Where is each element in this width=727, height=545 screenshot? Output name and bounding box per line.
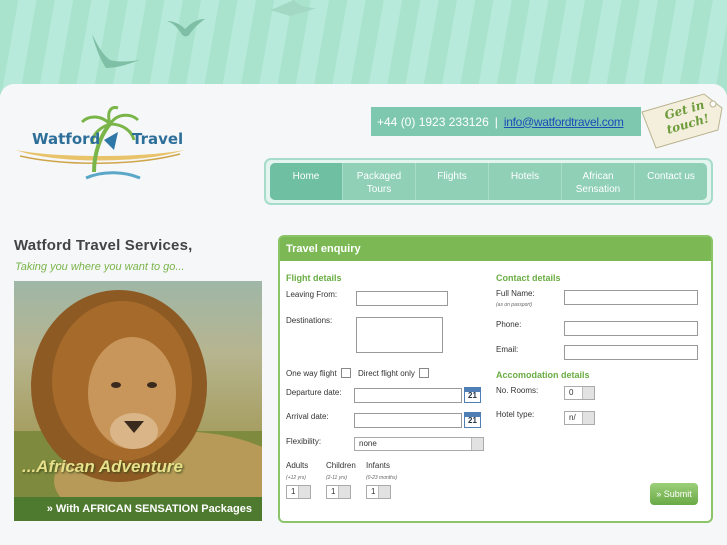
get-in-touch-tag[interactable]: Get in touch!	[634, 90, 726, 152]
contact-bar: +44 (0) 1923 233126 | info@watfordtravel…	[371, 107, 641, 136]
full-name-hint: (as on passport)	[496, 302, 533, 308]
arrival-label: Arrival date:	[286, 412, 329, 421]
site-logo[interactable]: Watford Travel	[14, 106, 188, 184]
rooms-select[interactable]: 0	[564, 386, 595, 400]
children-select[interactable]: 1	[326, 485, 351, 499]
departure-label: Departure date:	[286, 388, 342, 397]
nav-label: Hotels	[510, 171, 540, 182]
nav-item-flights[interactable]: Flights	[416, 163, 489, 200]
main-nav-frame: Home Packaged Tours Flights Hotels Afric…	[264, 158, 713, 205]
hotel-type-label: Hotel type:	[496, 410, 535, 419]
nav-item-contact-us[interactable]: Contact us	[635, 163, 707, 200]
email-input[interactable]	[564, 345, 698, 360]
sky-header	[0, 0, 727, 95]
nav-item-home[interactable]: Home	[270, 163, 343, 200]
logo-word-1: Watford	[32, 130, 101, 148]
phone-input[interactable]	[564, 321, 698, 336]
infants-hint: (0-23 months)	[366, 475, 398, 481]
children-hint: (2-11 yrs)	[326, 475, 348, 481]
calendar-icon[interactable]: 21	[464, 412, 481, 428]
leaving-from-label: Leaving From:	[286, 290, 338, 299]
hero-image[interactable]: ...African Adventure » With AFRICAN SENS…	[14, 281, 262, 521]
destinations-textarea[interactable]	[356, 317, 443, 353]
email-label: Email:	[496, 345, 519, 354]
direct-flight-checkbox[interactable]	[419, 368, 429, 378]
hero-banner-link[interactable]: » With AFRICAN SENSATION Packages	[14, 497, 262, 521]
children-label: Children	[326, 461, 356, 470]
logo-word-2: Travel	[132, 130, 184, 148]
full-name-input[interactable]	[564, 290, 698, 305]
arrival-date-input[interactable]	[354, 413, 462, 428]
nav-item-packaged-tours[interactable]: Packaged Tours	[343, 163, 416, 200]
adults-hint: (+12 yrs)	[286, 475, 306, 481]
phone-label: Phone:	[496, 320, 522, 329]
infants-label: Infants	[366, 461, 391, 470]
bird-icon	[92, 34, 140, 68]
nav-label: Flights	[437, 171, 467, 182]
hotel-type-select[interactable]: n/	[564, 411, 595, 425]
departure-date-input[interactable]	[354, 388, 462, 403]
panel-title: Travel enquiry	[280, 237, 711, 261]
nav-label: Sensation	[575, 184, 621, 195]
phone-number: +44 (0) 1923 233126	[377, 114, 489, 129]
nav-label: Packaged	[356, 171, 402, 182]
nav-label: Tours	[366, 184, 392, 195]
page-title: Watford Travel Services,	[14, 237, 193, 254]
leaving-from-input[interactable]	[356, 291, 448, 306]
flight-section-title: Flight details	[286, 273, 342, 283]
travel-enquiry-panel: Travel enquiry Flight details Leaving Fr…	[278, 235, 713, 523]
infants-select[interactable]: 1	[366, 485, 391, 499]
nav-label: African	[582, 171, 614, 182]
destinations-label: Destinations:	[286, 316, 333, 325]
contact-section-title: Contact details	[496, 273, 561, 283]
contact-separator: |	[494, 114, 498, 129]
adults-label: Adults	[286, 461, 309, 470]
lion-image	[14, 290, 262, 521]
calendar-icon[interactable]: 21	[464, 387, 481, 403]
direct-flight-label: Direct flight only	[358, 369, 415, 378]
hero-caption: ...African Adventure	[22, 457, 183, 476]
main-nav: Home Packaged Tours Flights Hotels Afric…	[270, 163, 707, 200]
one-way-label: One way flight	[286, 369, 337, 378]
email-link[interactable]: info@watfordtravel.com	[504, 115, 624, 129]
nav-item-hotels[interactable]: Hotels	[489, 163, 562, 200]
nav-item-african-sensation[interactable]: African Sensation	[562, 163, 635, 200]
full-name-label: Full Name:	[496, 289, 535, 298]
tagline: Taking you where you want to go...	[15, 261, 185, 273]
bird-icon	[270, 0, 316, 16]
nav-label: Contact us	[647, 171, 695, 182]
nav-label: Home	[292, 171, 320, 182]
rooms-label: No. Rooms:	[496, 386, 539, 395]
flexibility-select[interactable]: none	[354, 437, 484, 451]
submit-button[interactable]: » Submit	[650, 483, 698, 505]
adults-select[interactable]: 1	[286, 485, 311, 499]
accommodation-section-title: Accomodation details	[496, 370, 590, 380]
flexibility-label: Flexibility:	[286, 437, 322, 446]
one-way-checkbox[interactable]	[341, 368, 351, 378]
bird-icon	[167, 19, 205, 37]
